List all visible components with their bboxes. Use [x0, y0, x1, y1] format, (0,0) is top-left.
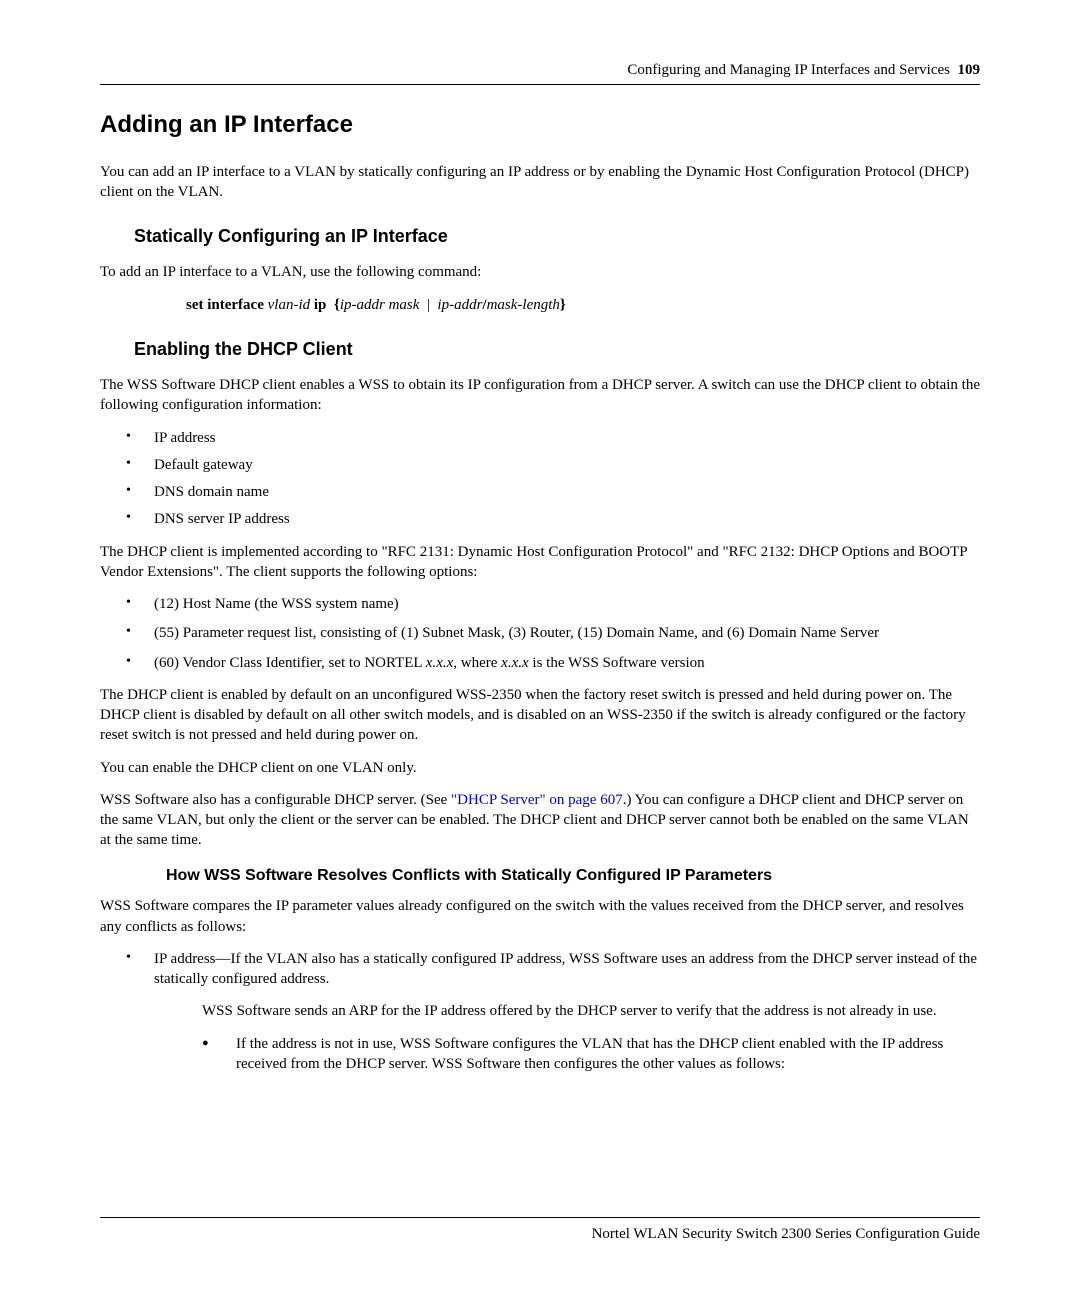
list-item: IP address—If the VLAN also has a static… — [100, 949, 980, 990]
intro-paragraph: You can add an IP interface to a VLAN by… — [100, 162, 980, 203]
resolve-list: IP address—If the VLAN also has a static… — [100, 949, 980, 990]
resolve-sub-list: If the address is not in use, WSS Softwa… — [202, 1034, 980, 1075]
cmd-brace-close: } — [560, 297, 566, 313]
dhcp-p4: You can enable the DHCP client on one VL… — [100, 758, 980, 778]
opt3-pre: (60) Vendor Class Identifier, set to NOR… — [154, 655, 426, 671]
page-number: 109 — [958, 62, 981, 78]
static-config-heading: Statically Configuring an IP Interface — [134, 224, 980, 248]
opt3-xxx: x.x.x — [426, 655, 453, 671]
dhcp-p1: The WSS Software DHCP client enables a W… — [100, 375, 980, 416]
p5-pre: WSS Software also has a configurable DHC… — [100, 792, 451, 808]
cmd-ip: ip — [314, 297, 327, 313]
command-syntax: set interface vlan-id ip {ip-addr mask |… — [186, 295, 980, 315]
list-item: DNS server IP address — [100, 509, 980, 529]
page-header: Configuring and Managing IP Interfaces a… — [100, 60, 980, 85]
resolve-heading: How WSS Software Resolves Conflicts with… — [166, 865, 980, 887]
list-item: (55) Parameter request list, consisting … — [100, 623, 980, 643]
cmd-mask-length: mask-length — [487, 297, 560, 313]
list-item: If the address is not in use, WSS Softwa… — [202, 1034, 980, 1075]
page-footer: Nortel WLAN Security Switch 2300 Series … — [100, 1217, 980, 1244]
dhcp-p3: The DHCP client is enabled by default on… — [100, 685, 980, 746]
cmd-ip-addr-mask: ip-addr mask — [340, 297, 420, 313]
cmd-ip-addr: ip-addr — [437, 297, 482, 313]
dhcp-server-link[interactable]: "DHCP Server" on page 607 — [451, 792, 623, 808]
list-item: (60) Vendor Class Identifier, set to NOR… — [100, 653, 980, 673]
dhcp-heading: Enabling the DHCP Client — [134, 337, 980, 361]
dhcp-options-list: (12) Host Name (the WSS system name) (55… — [100, 594, 980, 673]
resolve-sub-p: WSS Software sends an ARP for the IP add… — [202, 1001, 980, 1021]
dhcp-info-list: IP address Default gateway DNS domain na… — [100, 428, 980, 530]
page-title: Adding an IP Interface — [100, 109, 980, 141]
resolve-p1: WSS Software compares the IP parameter v… — [100, 896, 980, 937]
list-item: DNS domain name — [100, 482, 980, 502]
static-config-text: To add an IP interface to a VLAN, use th… — [100, 262, 980, 282]
opt3-post: is the WSS Software version — [529, 655, 705, 671]
dhcp-p5: WSS Software also has a configurable DHC… — [100, 790, 980, 851]
opt3-xxx2: x.x.x — [501, 655, 528, 671]
cmd-pipe: | — [427, 297, 430, 313]
opt3-mid: , where — [453, 655, 501, 671]
list-item: (12) Host Name (the WSS system name) — [100, 594, 980, 614]
resolve-sub-block: WSS Software sends an ARP for the IP add… — [202, 1001, 980, 1074]
header-text: Configuring and Managing IP Interfaces a… — [627, 62, 950, 78]
dhcp-p2: The DHCP client is implemented according… — [100, 542, 980, 583]
cmd-set-interface: set interface — [186, 297, 264, 313]
list-item: Default gateway — [100, 455, 980, 475]
cmd-vlan-id: vlan-id — [268, 297, 311, 313]
list-item: IP address — [100, 428, 980, 448]
